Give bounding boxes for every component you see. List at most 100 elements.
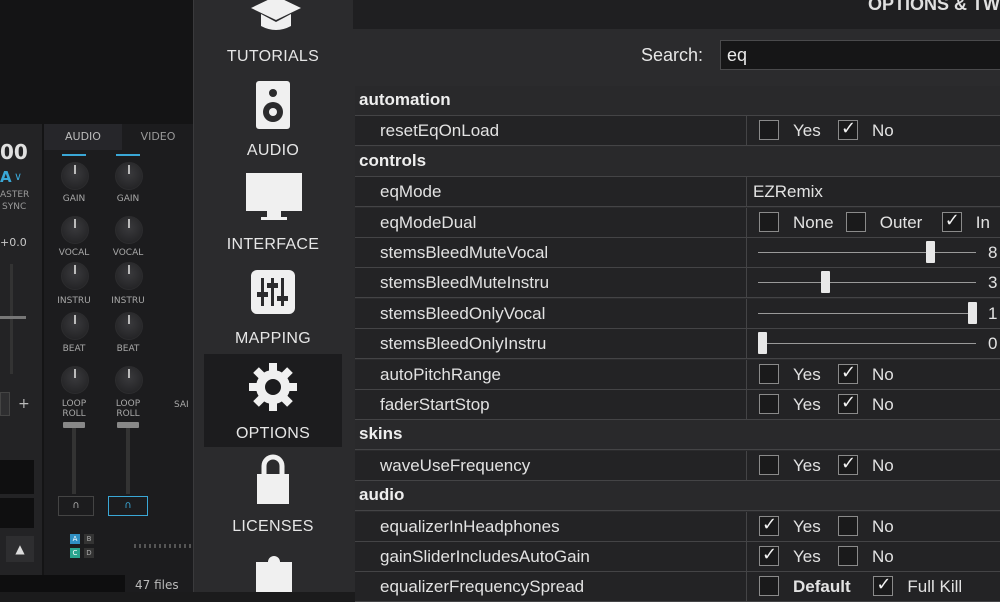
instru-knob[interactable] — [115, 262, 143, 290]
slider-thumb[interactable] — [821, 271, 830, 294]
no-checkbox[interactable] — [838, 118, 858, 141]
nav-label: TUTORIALS — [226, 48, 320, 65]
option-name-cell: eqModeDual — [355, 207, 747, 237]
pad-a[interactable]: A — [70, 534, 80, 544]
deck-strip: 00 A ∨ ASTER SYNC +0.0 ▲ — [0, 124, 42, 592]
gain-knob[interactable] — [115, 162, 143, 190]
choice-checkbox[interactable] — [759, 576, 779, 597]
search-input[interactable]: eq — [720, 40, 1000, 70]
slider-thumb[interactable] — [758, 332, 767, 355]
sampler-label: SAI — [174, 400, 189, 410]
volume-fader-cap[interactable] — [63, 422, 85, 428]
headphones-icon[interactable]: ∩ — [108, 496, 148, 516]
option-value-cell: EZRemix — [748, 177, 1000, 206]
choice-label: Outer — [879, 212, 923, 232]
option-name-cell: eqMode — [355, 177, 747, 207]
option-name: equalizerInHeadphones — [380, 516, 560, 536]
option-row: stemsBleedOnlyVocal 1 — [355, 298, 1000, 329]
yes-checkbox[interactable] — [759, 120, 779, 141]
knob-label: BEAT — [116, 344, 140, 354]
beat-knob[interactable] — [61, 312, 89, 340]
beat-knob[interactable] — [115, 312, 143, 340]
nav-plugins[interactable] — [204, 546, 342, 592]
nav-interface[interactable]: INTERFACE — [204, 170, 342, 260]
loop-roll-knob[interactable] — [115, 366, 143, 394]
nav-label: MAPPING — [235, 330, 311, 347]
choice-checkbox[interactable] — [941, 210, 962, 232]
option-name: eqModeDual — [380, 212, 477, 232]
yes-checkbox[interactable] — [759, 363, 779, 384]
option-name-cell: autoPitchRange — [355, 359, 747, 389]
option-row: stemsBleedMuteVocal 8 — [355, 238, 1000, 268]
option-value-cell: 3 — [748, 268, 1000, 297]
pitch-fader[interactable] — [10, 264, 13, 374]
loop-roll-knob[interactable] — [61, 366, 89, 394]
tab-video[interactable]: VIDEO — [122, 124, 193, 150]
nav-tutorials[interactable]: TUTORIALS — [204, 0, 342, 80]
option-value-cell: None Outer In — [748, 208, 1000, 237]
vocal-knob[interactable] — [115, 216, 143, 244]
pad-c[interactable]: C — [70, 548, 80, 558]
no-checkbox[interactable] — [838, 362, 858, 384]
add-button[interactable]: + — [18, 396, 30, 412]
deck-letter: A — [0, 168, 12, 186]
deck-button[interactable] — [0, 392, 10, 416]
no-checkbox[interactable] — [838, 453, 858, 475]
slider-track[interactable] — [758, 282, 976, 284]
play-icon[interactable]: ▲ — [6, 536, 34, 562]
choice-checkbox[interactable] — [873, 574, 894, 597]
option-value-cell: Yes No — [748, 542, 1000, 571]
nav-label: INTERFACE — [226, 236, 320, 253]
pitch-fader-cap[interactable] — [0, 316, 26, 319]
deck-pad[interactable] — [0, 460, 34, 494]
nav-licenses[interactable]: LICENSES — [204, 454, 342, 544]
knob-label: INSTRU — [57, 296, 91, 306]
nav-options[interactable]: OPTIONS — [204, 354, 342, 447]
tab-audio[interactable]: AUDIO — [44, 124, 122, 150]
pad-d[interactable]: D — [84, 548, 94, 558]
pitch-value: +0.0 — [0, 236, 27, 249]
nav-mapping[interactable]: MAPPING — [204, 262, 342, 352]
vocal-knob[interactable] — [61, 216, 89, 244]
pad-b[interactable]: B — [84, 534, 94, 544]
no-checkbox[interactable] — [838, 515, 858, 536]
level-indicator — [62, 154, 86, 156]
deck-header — [0, 4, 40, 124]
choice-checkbox[interactable] — [845, 211, 866, 232]
volume-fader[interactable] — [126, 424, 130, 494]
headphones-icon[interactable]: ∩ — [58, 496, 94, 516]
slider-track[interactable] — [758, 343, 976, 345]
choice-label: None — [793, 212, 834, 232]
option-name-cell: equalizerInHeadphones — [355, 511, 747, 541]
yes-checkbox[interactable] — [759, 394, 779, 414]
gain-knob[interactable] — [61, 162, 89, 190]
yes-checkbox[interactable] — [759, 544, 779, 566]
slider-track[interactable] — [758, 252, 976, 253]
no-label: No — [872, 547, 894, 566]
volume-fader-cap[interactable] — [117, 422, 139, 428]
sync-label[interactable]: SYNC — [2, 202, 26, 212]
choice-checkbox[interactable] — [759, 211, 779, 232]
instru-knob[interactable] — [61, 262, 89, 290]
knob-label: GAIN — [116, 194, 140, 204]
yes-checkbox[interactable] — [759, 454, 779, 475]
crossfader[interactable] — [134, 544, 193, 548]
no-checkbox[interactable] — [838, 392, 858, 414]
slider-thumb[interactable] — [968, 301, 977, 324]
slider-thumb[interactable] — [926, 241, 935, 263]
sliders-icon — [251, 270, 295, 314]
volume-fader[interactable] — [72, 424, 76, 494]
option-row: stemsBleedOnlyInstru 0 — [355, 329, 1000, 360]
nav-audio[interactable]: AUDIO — [204, 80, 342, 170]
yes-checkbox[interactable] — [759, 514, 779, 536]
yes-label: Yes — [793, 121, 821, 141]
knob-label: INSTRU — [111, 296, 145, 306]
deck-pad[interactable] — [0, 498, 34, 528]
chevron-down-icon[interactable]: ∨ — [14, 170, 22, 183]
nav-label: OPTIONS — [235, 425, 311, 442]
option-name: stemsBleedMuteVocal — [380, 243, 549, 262]
option-value-cell: Yes No — [748, 451, 1000, 480]
option-name-cell: waveUseFrequency — [355, 450, 747, 480]
slider-track[interactable] — [758, 312, 976, 314]
no-checkbox[interactable] — [838, 546, 858, 566]
